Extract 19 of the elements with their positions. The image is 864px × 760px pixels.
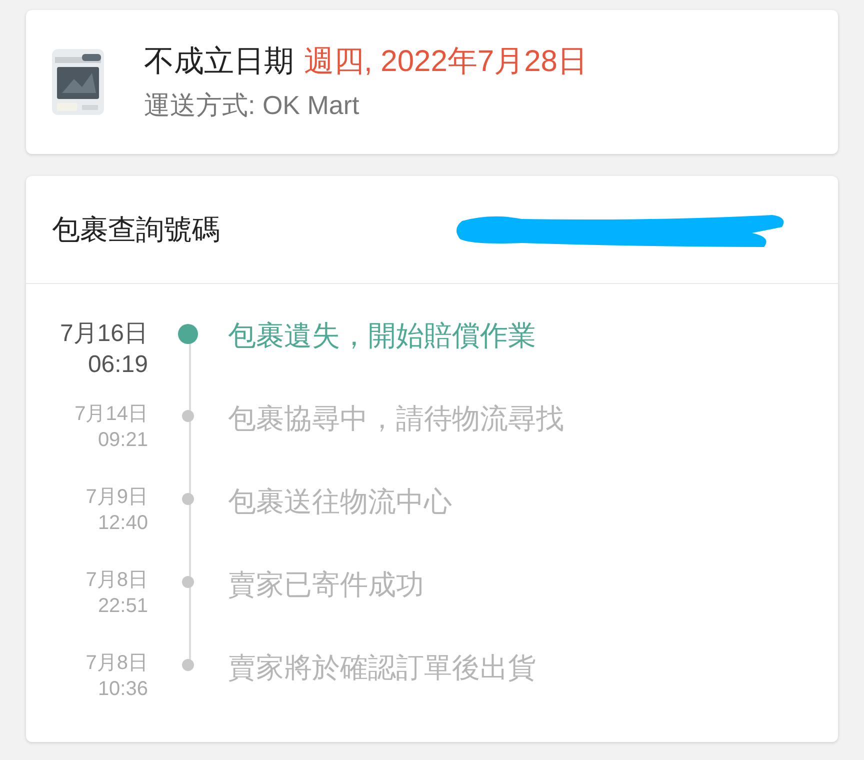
event-time: 12:40 xyxy=(98,511,148,536)
shipping-method: 運送方式: OK Mart xyxy=(144,89,360,121)
tracking-label: 包裹查詢號碼 xyxy=(52,212,220,246)
event-text: 包裹送往物流中心 xyxy=(228,485,452,519)
status-date: 週四, 2022年7月28日 xyxy=(304,44,588,80)
event-date: 7月14日 xyxy=(74,402,148,427)
event-text: 賣家將於確認訂單後出貨 xyxy=(228,651,536,685)
status-label: 不成立日期 xyxy=(144,44,294,80)
event-time: 09:21 xyxy=(98,428,148,453)
event-date: 7月16日 xyxy=(60,319,148,349)
event-date: 7月8日 xyxy=(86,568,148,593)
event-text: 包裹協尋中，請待物流尋找 xyxy=(228,402,564,436)
event-time: 10:36 xyxy=(98,677,148,702)
event-text: 賣家已寄件成功 xyxy=(228,568,424,602)
event-date: 7月8日 xyxy=(86,651,148,676)
event-date: 7月9日 xyxy=(86,485,148,510)
event-text: 包裹遺失，開始賠償作業 xyxy=(228,319,536,353)
event-time: 06:19 xyxy=(88,350,148,380)
event-time: 22:51 xyxy=(98,594,148,619)
